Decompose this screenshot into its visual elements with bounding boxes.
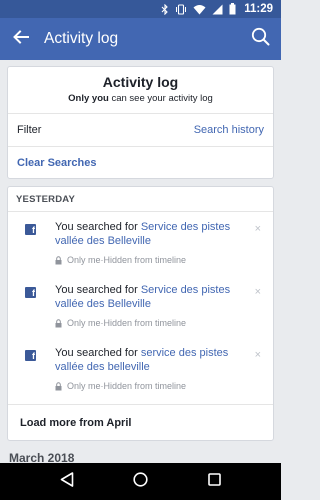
subtitle-emphasis: Only you: [68, 93, 109, 104]
remove-entry-button[interactable]: ×: [255, 349, 261, 361]
filter-row: Filter Search history: [8, 113, 273, 146]
page-title: Activity log: [44, 30, 119, 47]
entry-text: You searched for Service des pistes vall…: [55, 220, 245, 248]
filter-search-history-link[interactable]: Search history: [194, 124, 264, 136]
remove-entry-button[interactable]: ×: [255, 223, 261, 235]
clear-searches-link[interactable]: Clear Searches: [17, 157, 97, 169]
square-recents-icon: [207, 472, 221, 491]
clear-searches-row: Clear Searches: [8, 146, 273, 179]
facebook-icon: f: [25, 287, 36, 298]
remove-entry-button[interactable]: ×: [255, 286, 261, 298]
lock-icon: [55, 255, 62, 265]
filter-label: Filter: [17, 124, 42, 136]
subtitle-text: can see your activity log: [108, 93, 213, 104]
entry-meta: Only me · Hidden from timeline: [55, 381, 186, 391]
entry-text: You searched for service des pistes vall…: [55, 346, 245, 374]
search-button[interactable]: [239, 18, 281, 60]
facebook-icon: f: [25, 350, 36, 361]
entry-privacy: Only me: [67, 255, 101, 265]
card-title: Activity log: [102, 74, 179, 90]
circle-home-icon: [133, 471, 148, 492]
system-nav-bar: [0, 463, 281, 500]
search-icon: [251, 27, 270, 51]
wifi-icon: [193, 4, 206, 15]
app-bar: Activity log: [0, 18, 281, 60]
back-arrow-icon: [13, 29, 29, 49]
log-entry[interactable]: f You searched for Service des pistes va…: [8, 276, 273, 339]
triangle-back-icon: [60, 471, 74, 492]
status-bar: 11:29: [0, 0, 281, 18]
entry-meta: Only me · Hidden from timeline: [55, 255, 186, 265]
entry-prefix: You searched for: [55, 221, 141, 233]
log-entry[interactable]: f You searched for service des pistes va…: [8, 339, 273, 402]
lock-icon: [55, 318, 62, 328]
entry-visibility: Hidden from timeline: [103, 255, 187, 265]
card-subtitle: Only you can see your activity log: [8, 93, 273, 104]
back-button[interactable]: [0, 18, 42, 60]
entry-visibility: Hidden from timeline: [103, 318, 187, 328]
nav-back-button[interactable]: [52, 467, 82, 497]
entry-visibility: Hidden from timeline: [103, 381, 187, 391]
lock-icon: [55, 381, 62, 391]
activity-log-header-card: Activity log Only you can see your activ…: [7, 66, 274, 179]
signal-icon: [212, 4, 223, 15]
entry-privacy: Only me: [67, 381, 101, 391]
entry-privacy: Only me: [67, 318, 101, 328]
entry-prefix: You searched for: [55, 284, 141, 296]
battery-icon: [229, 3, 236, 15]
nav-recents-button[interactable]: [199, 467, 229, 497]
vibrate-icon: [175, 3, 187, 15]
bluetooth-icon: [161, 3, 169, 15]
entry-meta: Only me · Hidden from timeline: [55, 318, 186, 328]
load-more-button[interactable]: Load more from April: [8, 404, 273, 441]
entry-text: You searched for Service des pistes vall…: [55, 283, 245, 311]
log-entry[interactable]: f You searched for Service des pistes va…: [8, 213, 273, 276]
nav-home-button[interactable]: [125, 467, 155, 497]
activity-log-list-card: YESTERDAY f You searched for Service des…: [7, 186, 274, 441]
facebook-icon: f: [25, 224, 36, 235]
entry-prefix: You searched for: [55, 347, 141, 359]
status-time: 11:29: [244, 3, 273, 15]
section-header-yesterday: YESTERDAY: [8, 187, 273, 212]
